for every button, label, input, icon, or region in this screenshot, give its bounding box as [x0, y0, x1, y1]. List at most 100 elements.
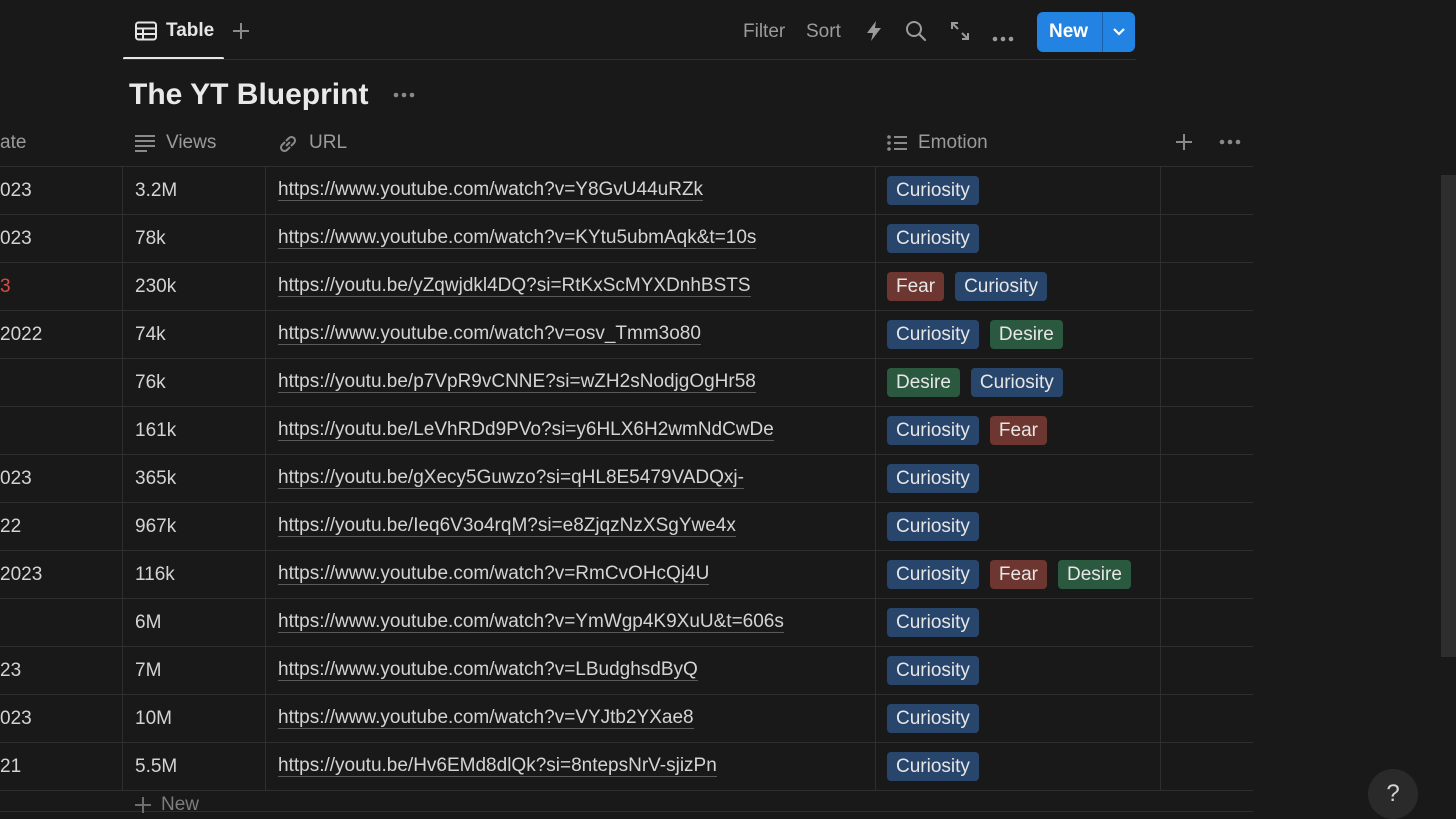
cell-empty[interactable]: [1160, 359, 1254, 406]
cell-emotion[interactable]: Curiosity: [875, 647, 1160, 694]
cell-emotion[interactable]: Curiosity Fear: [875, 407, 1160, 454]
cell-date[interactable]: [0, 599, 121, 646]
cell-url[interactable]: https://www.youtube.com/watch?v=LBudghsd…: [265, 647, 875, 694]
cell-empty[interactable]: [1160, 695, 1254, 742]
cell-views[interactable]: 76k: [122, 359, 265, 406]
cell-date[interactable]: 2023: [0, 551, 121, 598]
sort-button[interactable]: Sort: [806, 21, 841, 43]
more-options-icon[interactable]: [992, 29, 1014, 47]
lightning-automation-icon[interactable]: [864, 20, 884, 47]
url-link[interactable]: https://youtu.be/gXecy5Guwzo?si=qHL8E547…: [278, 468, 744, 489]
cell-url[interactable]: https://www.youtube.com/watch?v=osv_Tmm3…: [265, 311, 875, 358]
url-link[interactable]: https://www.youtube.com/watch?v=osv_Tmm3…: [278, 324, 701, 345]
column-header-date[interactable]: ate: [0, 119, 121, 166]
cell-empty[interactable]: [1160, 455, 1254, 502]
cell-date[interactable]: 22: [0, 503, 121, 550]
cell-emotion[interactable]: Curiosity Fear Desire: [875, 551, 1160, 598]
cell-views[interactable]: 365k: [122, 455, 265, 502]
expand-icon[interactable]: [949, 20, 971, 47]
help-button[interactable]: ?: [1368, 769, 1418, 819]
cell-views[interactable]: 74k: [122, 311, 265, 358]
cell-date[interactable]: 023: [0, 215, 121, 262]
url-link[interactable]: https://youtu.be/yZqwjdkl4DQ?si=RtKxScMY…: [278, 276, 751, 297]
column-more-icon[interactable]: [1219, 139, 1241, 147]
column-header-views[interactable]: Views: [122, 119, 264, 166]
table-row[interactable]: 161k https://youtu.be/LeVhRDd9PVo?si=y6HL…: [0, 407, 1253, 455]
table-row[interactable]: 2023 116k https://www.youtube.com/watch?v=…: [0, 551, 1253, 599]
cell-views[interactable]: 6M: [122, 599, 265, 646]
table-row[interactable]: 3 230k https://youtu.be/yZqwjdkl4DQ?si=RtK…: [0, 263, 1253, 311]
url-link[interactable]: https://www.youtube.com/watch?v=KYtu5ubm…: [278, 228, 757, 249]
cell-empty[interactable]: [1160, 311, 1254, 358]
cell-empty[interactable]: [1160, 551, 1254, 598]
table-row[interactable]: 023 3.2M https://www.youtube.com/watch?v=Y…: [0, 167, 1253, 215]
cell-emotion[interactable]: Desire Curiosity: [875, 359, 1160, 406]
cell-url[interactable]: https://www.youtube.com/watch?v=VYJtb2YX…: [265, 695, 875, 742]
column-header-emotion[interactable]: Emotion: [875, 119, 1159, 166]
add-new-row[interactable]: New: [0, 782, 1253, 815]
new-record-button[interactable]: New: [1037, 12, 1102, 52]
cell-views[interactable]: 116k: [122, 551, 265, 598]
table-row[interactable]: 22 967k https://youtu.be/Ieq6V3o4rqM?si=e8…: [0, 503, 1253, 551]
url-link[interactable]: https://www.youtube.com/watch?v=LBudghsd…: [278, 660, 698, 681]
database-title[interactable]: The YT Blueprint: [129, 78, 368, 112]
cell-views[interactable]: 230k: [122, 263, 265, 310]
cell-date[interactable]: 023: [0, 455, 121, 502]
cell-views[interactable]: 161k: [122, 407, 265, 454]
cell-empty[interactable]: [1160, 407, 1254, 454]
cell-url[interactable]: https://www.youtube.com/watch?v=YmWgp4K9…: [265, 599, 875, 646]
cell-date[interactable]: 2022: [0, 311, 121, 358]
cell-date[interactable]: [0, 407, 121, 454]
cell-date[interactable]: 23: [0, 647, 121, 694]
cell-views[interactable]: 3.2M: [122, 167, 265, 214]
cell-date[interactable]: 3: [0, 263, 121, 310]
cell-views[interactable]: 967k: [122, 503, 265, 550]
table-row[interactable]: 76k https://youtu.be/p7VpR9vCNNE?si=wZH2s…: [0, 359, 1253, 407]
url-link[interactable]: https://youtu.be/p7VpR9vCNNE?si=wZH2sNod…: [278, 372, 756, 393]
cell-empty[interactable]: [1160, 503, 1254, 550]
column-header-url[interactable]: URL: [265, 119, 874, 166]
table-row[interactable]: 23 7M https://www.youtube.com/watch?v=LBud…: [0, 647, 1253, 695]
url-link[interactable]: https://www.youtube.com/watch?v=VYJtb2YX…: [278, 708, 694, 729]
new-template-dropdown[interactable]: [1103, 12, 1135, 52]
cell-url[interactable]: https://www.youtube.com/watch?v=RmCvOHcQ…: [265, 551, 875, 598]
table-row[interactable]: 023 10M https://www.youtube.com/watch?v=VY…: [0, 695, 1253, 743]
cell-emotion[interactable]: Curiosity: [875, 599, 1160, 646]
cell-empty[interactable]: [1160, 263, 1254, 310]
url-link[interactable]: https://youtu.be/Hv6EMd8dlQk?si=8ntepsNr…: [278, 756, 717, 777]
vertical-scrollbar[interactable]: [1441, 175, 1456, 657]
cell-date[interactable]: 023: [0, 695, 121, 742]
cell-empty[interactable]: [1160, 599, 1254, 646]
cell-url[interactable]: https://www.youtube.com/watch?v=KYtu5ubm…: [265, 215, 875, 262]
table-row[interactable]: 6M https://www.youtube.com/watch?v=YmWgp4…: [0, 599, 1253, 647]
filter-button[interactable]: Filter: [743, 21, 785, 43]
url-link[interactable]: https://youtu.be/LeVhRDd9PVo?si=y6HLX6H2…: [278, 420, 774, 441]
table-row[interactable]: 023 365k https://youtu.be/gXecy5Guwzo?si=q…: [0, 455, 1253, 503]
cell-emotion[interactable]: Fear Curiosity: [875, 263, 1160, 310]
cell-date[interactable]: 023: [0, 167, 121, 214]
cell-url[interactable]: https://youtu.be/p7VpR9vCNNE?si=wZH2sNod…: [265, 359, 875, 406]
cell-empty[interactable]: [1160, 215, 1254, 262]
cell-emotion[interactable]: Curiosity: [875, 695, 1160, 742]
title-more-icon[interactable]: [393, 92, 415, 98]
table-row[interactable]: 2022 74k https://www.youtube.com/watch?v=o…: [0, 311, 1253, 359]
cell-emotion[interactable]: Curiosity: [875, 167, 1160, 214]
cell-emotion[interactable]: Curiosity: [875, 455, 1160, 502]
table-row[interactable]: 023 78k https://www.youtube.com/watch?v=KY…: [0, 215, 1253, 263]
url-link[interactable]: https://www.youtube.com/watch?v=YmWgp4K9…: [278, 612, 784, 633]
cell-url[interactable]: https://youtu.be/yZqwjdkl4DQ?si=RtKxScMY…: [265, 263, 875, 310]
url-link[interactable]: https://youtu.be/Ieq6V3o4rqM?si=e8ZjqzNz…: [278, 516, 736, 537]
cell-emotion[interactable]: Curiosity: [875, 215, 1160, 262]
cell-url[interactable]: https://www.youtube.com/watch?v=Y8GvU44u…: [265, 167, 875, 214]
url-link[interactable]: https://www.youtube.com/watch?v=Y8GvU44u…: [278, 180, 704, 201]
cell-views[interactable]: 7M: [122, 647, 265, 694]
tab-table-view[interactable]: Table: [123, 0, 224, 60]
add-column-plus-icon[interactable]: [1174, 132, 1194, 154]
cell-date[interactable]: [0, 359, 121, 406]
search-icon[interactable]: [905, 20, 927, 47]
url-link[interactable]: https://www.youtube.com/watch?v=RmCvOHcQ…: [278, 564, 710, 585]
cell-url[interactable]: https://youtu.be/Ieq6V3o4rqM?si=e8ZjqzNz…: [265, 503, 875, 550]
cell-views[interactable]: 78k: [122, 215, 265, 262]
cell-emotion[interactable]: Curiosity Desire: [875, 311, 1160, 358]
cell-emotion[interactable]: Curiosity: [875, 503, 1160, 550]
